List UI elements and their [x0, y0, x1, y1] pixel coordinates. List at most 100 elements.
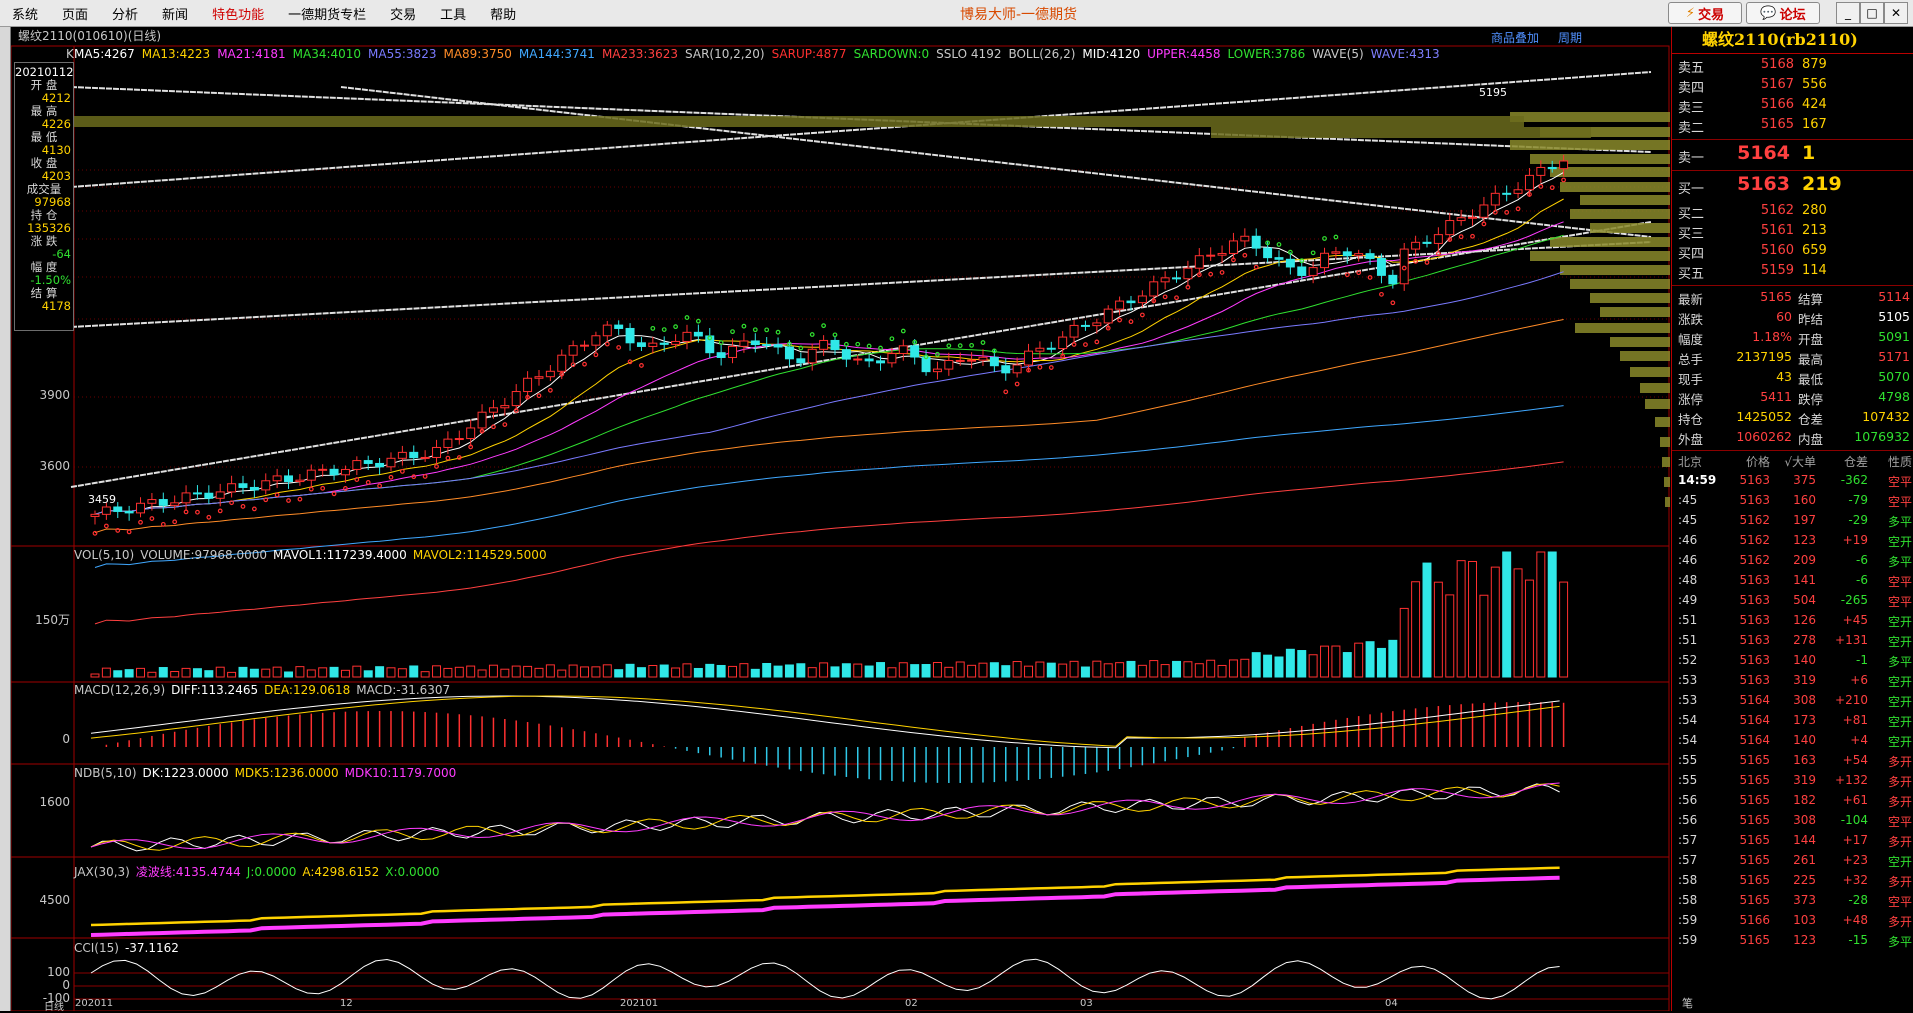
trade-button[interactable]: ⚡ 交易	[1668, 2, 1742, 24]
tick-type: 空开	[1887, 675, 1912, 689]
forum-button[interactable]: 💬 论坛	[1746, 2, 1820, 24]
tick-row: :45 5163 160 -79 空平	[1672, 493, 1913, 513]
sar-dot	[1219, 270, 1225, 275]
candle-body	[841, 349, 851, 360]
volume-bar	[1001, 665, 1011, 678]
tick-time: :46	[1678, 533, 1698, 547]
volume-bar	[227, 671, 237, 678]
tick-type: 多平	[1887, 555, 1912, 569]
sar-dot	[434, 464, 439, 469]
tick-oi-change: +132	[1835, 773, 1868, 787]
sar-dot	[1344, 272, 1350, 278]
sar-dot	[274, 492, 280, 498]
indicator-value: 凌波线:4135.4744	[135, 865, 241, 879]
period-link[interactable]: 周期	[1558, 29, 1582, 46]
forum-button-label: 论坛	[1779, 7, 1806, 23]
candle-body	[659, 342, 669, 345]
volume-bar	[693, 667, 703, 678]
candle-body	[534, 376, 544, 379]
lightning-icon: ⚡	[1685, 5, 1696, 21]
indicator-value: DIFF:113.2465	[171, 683, 259, 697]
candle-body	[1024, 350, 1034, 366]
candle-body	[898, 345, 908, 355]
chart-title: 螺纹2110(010610)(日线)	[18, 29, 162, 43]
date-axis: 日线 202011 12 202101 02 03 04	[0, 998, 1670, 1013]
menu-item[interactable]: 新闻	[150, 4, 200, 23]
candle-body	[716, 352, 726, 358]
stat-row: 外盘 1060262 内盘 1076932	[1672, 429, 1913, 449]
indicator-value: SAR(10,2,20)	[685, 47, 765, 61]
tick-price: 5164	[1739, 693, 1770, 707]
overlay-link[interactable]: 商品叠加	[1491, 29, 1539, 46]
stat-label: 昨结	[1798, 312, 1824, 327]
ask1-row-level: 卖一	[1678, 151, 1705, 166]
volume-bar	[1217, 664, 1227, 678]
minimize-icon: _	[1845, 6, 1851, 20]
stat-label: 开盘	[1798, 332, 1824, 347]
sar-dot	[229, 500, 235, 506]
menu-item[interactable]: 帮助	[478, 4, 528, 23]
candle-body	[295, 479, 305, 483]
candle-body	[682, 331, 692, 342]
tick-header-label: 性质	[1887, 455, 1912, 469]
candle-body	[580, 344, 590, 347]
trend-line	[70, 241, 1652, 328]
menu-item[interactable]: 特色功能	[200, 4, 276, 23]
tick-row: :49 5163 504 -265 空平	[1672, 593, 1913, 613]
sar-dot	[1515, 206, 1521, 212]
stat-value: 5165	[1760, 289, 1792, 304]
minimize-button[interactable]: _	[1836, 2, 1860, 24]
candle-body	[1149, 281, 1159, 297]
candle-body	[636, 342, 646, 347]
tick-oi-change: +131	[1835, 633, 1868, 647]
tick-oi-change: -79	[1848, 493, 1868, 507]
sar-dot	[547, 387, 553, 393]
volume-profile-bar	[1590, 293, 1670, 303]
candle-body	[215, 491, 225, 499]
volume-bar	[1012, 661, 1022, 678]
volume-bar	[1524, 579, 1534, 678]
volume-bar	[807, 667, 817, 678]
volume-bar	[1103, 663, 1113, 678]
candle-body	[796, 358, 806, 364]
sar-dot	[582, 361, 587, 367]
menu-item[interactable]: 交易	[378, 4, 428, 23]
menu-item[interactable]: 页面	[50, 4, 100, 23]
volume-bar	[136, 667, 146, 678]
maximize-button[interactable]: □	[1860, 2, 1884, 24]
menu-item[interactable]: 工具	[428, 4, 478, 23]
volume-bar	[500, 668, 510, 678]
sar-dot	[878, 345, 883, 351]
sar-dot	[1231, 257, 1236, 263]
tick-type: 空开	[1887, 735, 1912, 749]
tick-oi-change: +210	[1835, 693, 1868, 707]
tick-type: 空开	[1887, 715, 1912, 729]
close-button[interactable]: ✕	[1884, 2, 1908, 24]
left-side-tabs[interactable]	[0, 27, 11, 1011]
volume-bar	[1331, 645, 1341, 678]
divider	[1672, 450, 1913, 451]
menu-item[interactable]: 系统	[0, 4, 50, 23]
ask-row: 卖三 5166 424	[1672, 97, 1913, 117]
tick-row: 14:59 5163 375 -362 空平	[1672, 473, 1913, 493]
tick-oi-change: -362	[1840, 473, 1868, 487]
contract-title: 螺纹2110(rb2110)	[1672, 27, 1913, 54]
candle-body	[386, 457, 396, 468]
volume-profile-bar	[1610, 337, 1670, 347]
tick-row: :57 5165 144 +17 多开	[1672, 833, 1913, 853]
menu-item[interactable]: 一德期货专栏	[276, 4, 378, 23]
menu-item[interactable]: 分析	[100, 4, 150, 23]
sar-dot	[92, 530, 98, 536]
tick-time: :48	[1678, 573, 1698, 587]
volume-bar	[1320, 645, 1330, 678]
tick-oi-change: +54	[1842, 753, 1868, 767]
tick-volume: 504	[1793, 593, 1816, 607]
sar-dot	[172, 519, 178, 525]
volume-bar	[1297, 650, 1307, 678]
tick-row: :52 5163 140 -1 多平	[1672, 653, 1913, 673]
candle-body	[1365, 253, 1375, 259]
sar-dot	[1504, 209, 1510, 215]
tick-volume: 197	[1793, 513, 1816, 527]
volume-bar	[363, 670, 373, 678]
stat-value: 60	[1776, 309, 1792, 324]
